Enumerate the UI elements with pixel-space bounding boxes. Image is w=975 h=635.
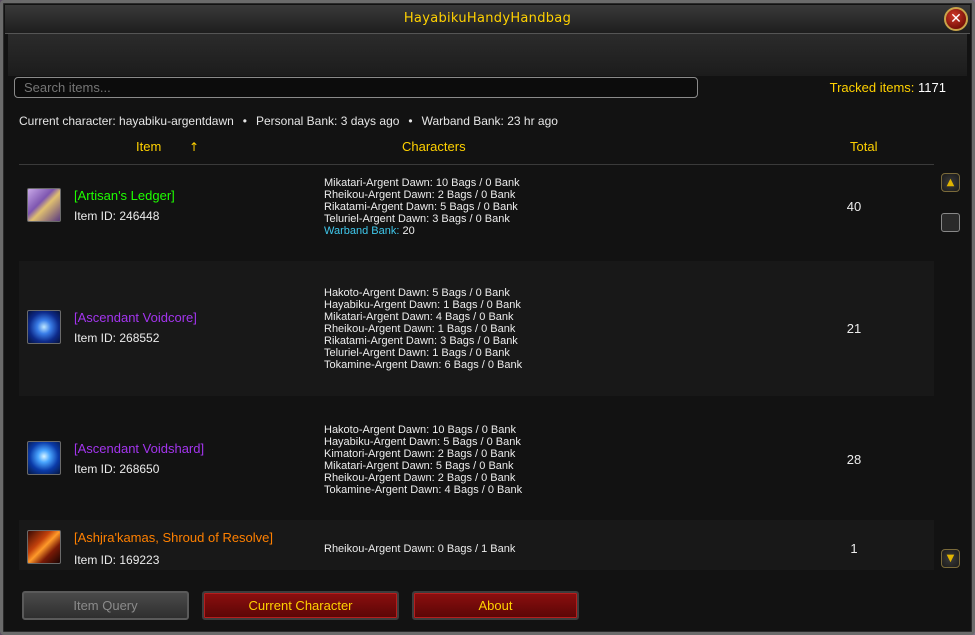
scroll-up-button[interactable]: ▲: [941, 173, 960, 192]
item-id: Item ID: 169223: [74, 553, 160, 567]
chevron-down-icon: ▼: [946, 553, 955, 564]
character-entry: Rheikou-Argent Dawn: 1 Bags / 0 Bank: [324, 323, 516, 335]
header-band: [8, 34, 967, 76]
item-id: Item ID: 268650: [74, 462, 160, 476]
sort-ascending-icon[interactable]: ↑: [189, 140, 199, 154]
current-character-button[interactable]: Current Character: [202, 591, 399, 620]
character-entry: Tokamine-Argent Dawn: 4 Bags / 0 Bank: [324, 484, 523, 496]
window-title: HayabikuHandyHandbag: [403, 11, 572, 26]
item-total: 40: [846, 199, 862, 214]
warband-bank-entry: Warband Bank: 20: [324, 225, 520, 237]
character-entry: Hayabiku-Argent Dawn: 1 Bags / 0 Bank: [324, 299, 521, 311]
column-header-item[interactable]: Item: [136, 139, 161, 154]
character-entry: Tokamine-Argent Dawn: 6 Bags / 0 Bank: [324, 359, 523, 371]
character-entry: Hakoto-Argent Dawn: 10 Bags / 0 Bank: [324, 424, 516, 436]
tracked-items-value: 1171: [918, 80, 946, 95]
item-total: 21: [846, 321, 862, 336]
separator-dot: •: [242, 114, 247, 128]
table-row[interactable]: [Ascendant Voidcore] Item ID: 268552 Hak…: [19, 261, 934, 396]
character-list: Rheikou-Argent Dawn: 0 Bags / 1 Bank: [324, 543, 515, 555]
item-id: Item ID: 246448: [74, 209, 160, 223]
item-total: 1: [850, 541, 858, 556]
item-query-button[interactable]: Item Query: [22, 591, 189, 620]
voidcore-icon: [27, 310, 61, 344]
column-header-total[interactable]: Total: [850, 139, 877, 154]
column-header-characters[interactable]: Characters: [402, 139, 466, 154]
warband-bank-value: 20: [402, 225, 415, 237]
character-entry: Rheikou-Argent Dawn: 2 Bags / 0 Bank: [324, 472, 516, 484]
about-button[interactable]: About: [412, 591, 579, 620]
search-input[interactable]: [14, 77, 698, 98]
close-icon: ✕: [950, 11, 962, 27]
character-entry: Rheikou-Argent Dawn: 0 Bags / 1 Bank: [324, 543, 516, 555]
item-name[interactable]: [Ascendant Voidshard]: [74, 441, 204, 456]
cloak-icon: [27, 530, 61, 564]
tracked-items-label: Tracked items:: [829, 80, 915, 95]
character-entry: Teluriel-Argent Dawn: 1 Bags / 0 Bank: [324, 347, 510, 359]
character-entry: Kimatori-Argent Dawn: 2 Bags / 0 Bank: [324, 448, 516, 460]
tracked-items-count: Tracked items: 1171: [830, 80, 946, 95]
scroll-down-button[interactable]: ▼: [941, 549, 960, 568]
voidshard-icon: [27, 441, 61, 475]
title-bar[interactable]: HayabikuHandyHandbag ✕: [5, 5, 970, 34]
character-list: Hakoto-Argent Dawn: 10 Bags / 0 Bank Hay…: [324, 424, 522, 496]
character-list: Mikatari-Argent Dawn: 10 Bags / 0 Bank R…: [324, 177, 520, 237]
character-entry: Mikatari-Argent Dawn: 5 Bags / 0 Bank: [324, 460, 514, 472]
character-entry: Hayabiku-Argent Dawn: 5 Bags / 0 Bank: [324, 436, 521, 448]
warband-bank-label: Warband Bank:: [324, 225, 400, 237]
status-line: Current character: hayabiku-argentdawn • P…: [19, 114, 558, 128]
header-divider: [19, 164, 934, 165]
item-total: 28: [846, 452, 862, 467]
ledger-icon: [27, 188, 61, 222]
item-id: Item ID: 268552: [74, 331, 160, 345]
character-entry: Rikatami-Argent Dawn: 5 Bags / 0 Bank: [324, 201, 518, 213]
character-entry: Hakoto-Argent Dawn: 5 Bags / 0 Bank: [324, 287, 510, 299]
table-row[interactable]: [Artisan's Ledger] Item ID: 246448 Mikat…: [19, 166, 934, 261]
chevron-up-icon: ▲: [946, 177, 955, 188]
character-entry: Teluriel-Argent Dawn: 3 Bags / 0 Bank: [324, 213, 510, 225]
table-row[interactable]: [Ascendant Voidshard] Item ID: 268650 Ha…: [19, 396, 934, 520]
personal-bank-status: Personal Bank: 3 days ago: [255, 114, 400, 128]
close-button[interactable]: ✕: [944, 7, 968, 31]
character-entry: Rikatami-Argent Dawn: 3 Bags / 0 Bank: [324, 335, 518, 347]
table-row[interactable]: [Ashjra'kamas, Shroud of Resolve] Item I…: [19, 520, 934, 570]
item-name[interactable]: [Ashjra'kamas, Shroud of Resolve]: [74, 530, 273, 545]
current-character-status: Current character: hayabiku-argentdawn: [19, 114, 234, 128]
warband-bank-status: Warband Bank: 23 hr ago: [421, 114, 558, 128]
character-entry: Rheikou-Argent Dawn: 2 Bags / 0 Bank: [324, 189, 516, 201]
scrollbar-thumb[interactable]: [941, 213, 960, 232]
item-name[interactable]: [Artisan's Ledger]: [74, 188, 175, 203]
item-name[interactable]: [Ascendant Voidcore]: [74, 310, 197, 325]
character-entry: Mikatari-Argent Dawn: 4 Bags / 0 Bank: [324, 311, 514, 323]
character-list: Hakoto-Argent Dawn: 5 Bags / 0 Bank Haya…: [324, 287, 522, 371]
separator-dot: •: [408, 114, 413, 128]
character-entry: Mikatari-Argent Dawn: 10 Bags / 0 Bank: [324, 177, 520, 189]
